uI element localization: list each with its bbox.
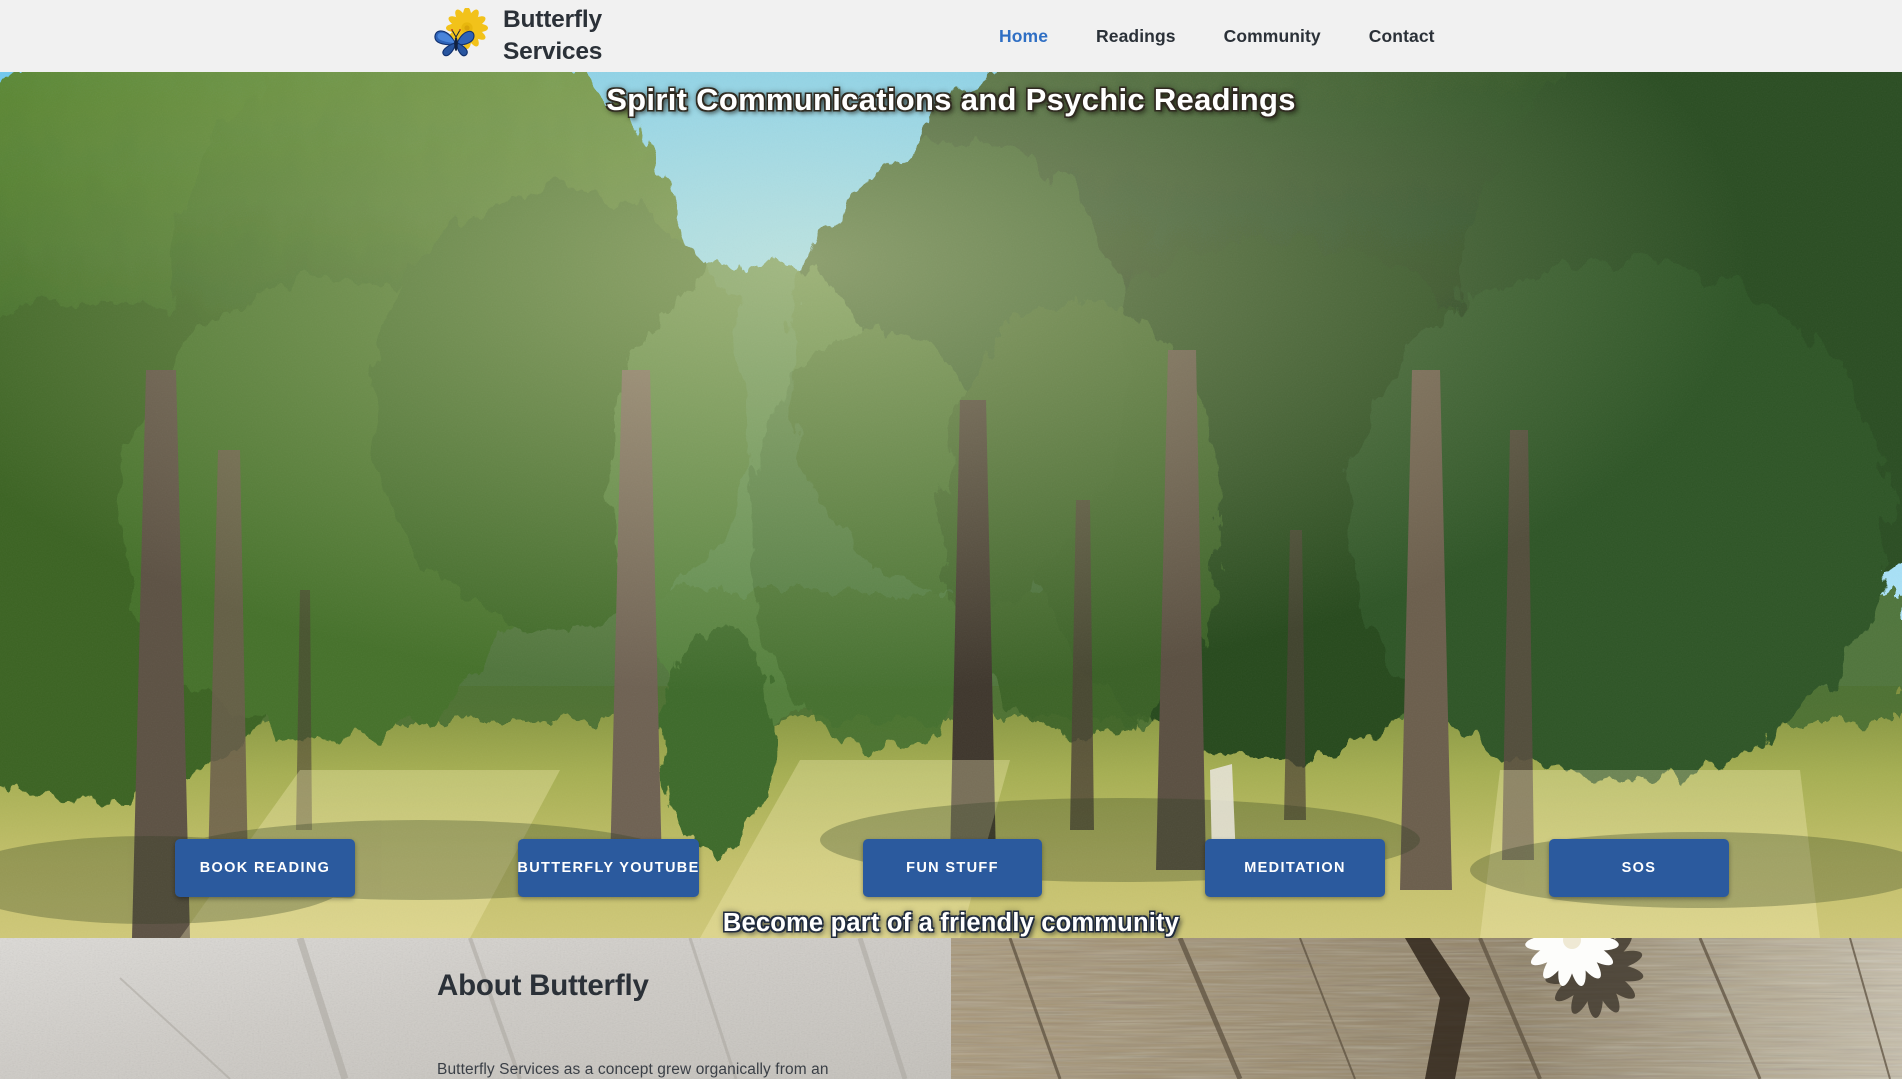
main-navigation: Home Readings Community Contact bbox=[975, 0, 1459, 72]
about-title: About Butterfly bbox=[437, 969, 649, 1002]
nav-item-contact[interactable]: Contact bbox=[1345, 26, 1459, 47]
about-section: About Butterfly Butterfly Services as a … bbox=[0, 938, 1902, 1079]
hero-title: Spirit Communications and Psychic Readin… bbox=[606, 82, 1296, 117]
hero-section: Spirit Communications and Psychic Readin… bbox=[0, 70, 1902, 938]
meditation-button[interactable]: MEDITATION bbox=[1205, 839, 1385, 897]
fun-stuff-button[interactable]: FUN STUFF bbox=[863, 839, 1042, 897]
nav-item-readings[interactable]: Readings bbox=[1072, 26, 1200, 47]
brand-name: Butterfly Services bbox=[503, 6, 603, 66]
butterfly-on-yellow-flower-logo-icon bbox=[434, 7, 490, 64]
about-body-text: Butterfly Services as a concept grew org… bbox=[437, 1061, 829, 1078]
about-content: About Butterfly Butterfly Services as a … bbox=[0, 938, 1902, 1079]
brand-logo-link[interactable]: Butterfly Services bbox=[434, 4, 602, 69]
nav-item-community[interactable]: Community bbox=[1200, 26, 1345, 47]
site-header: Butterfly Services Home Readings Communi… bbox=[0, 0, 1902, 72]
butterfly-youtube-button[interactable]: BUTTERFLY YOUTUBE bbox=[517, 839, 699, 897]
nav-item-home[interactable]: Home bbox=[975, 26, 1072, 47]
hero-forest-photo bbox=[0, 70, 1902, 938]
hero-tagline: Become part of a friendly community bbox=[722, 909, 1180, 937]
book-reading-button[interactable]: BOOK READING bbox=[175, 839, 355, 897]
sos-button[interactable]: SOS bbox=[1549, 839, 1729, 897]
hero-cta-group: BOOK READING BUTTERFLY YOUTUBE FUN STUFF… bbox=[0, 839, 1902, 901]
